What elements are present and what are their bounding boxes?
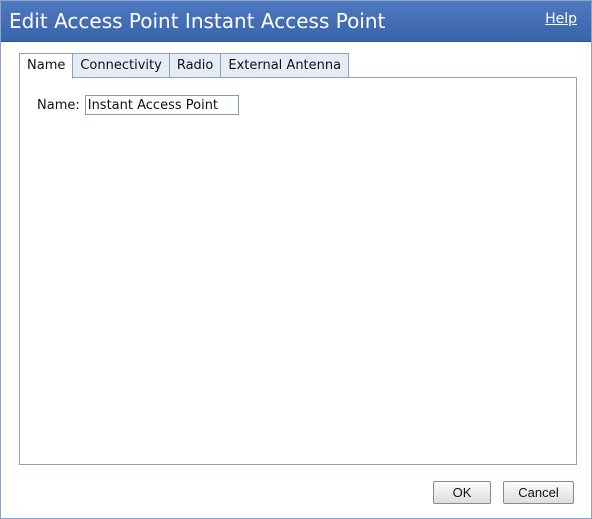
help-link[interactable]: Help <box>545 11 577 27</box>
tab-connectivity[interactable]: Connectivity <box>73 53 170 78</box>
tab-external-antenna[interactable]: External Antenna <box>221 53 350 78</box>
tab-name[interactable]: Name <box>19 53 74 79</box>
edit-access-point-dialog: Edit Access Point Instant Access Point H… <box>0 0 592 519</box>
name-field-row: Name: <box>37 95 239 115</box>
dialog-title: Edit Access Point Instant Access Point <box>9 9 386 33</box>
name-label: Name: <box>37 97 80 113</box>
tab-strip: Name Connectivity Radio External Antenna <box>19 53 350 79</box>
tab-radio[interactable]: Radio <box>169 53 222 78</box>
dialog-titlebar: Edit Access Point Instant Access Point H… <box>1 1 591 42</box>
name-tab-panel: Name: <box>19 77 577 465</box>
ok-button[interactable]: OK <box>433 481 491 504</box>
cancel-button[interactable]: Cancel <box>503 481 574 504</box>
name-input[interactable] <box>84 95 239 115</box>
